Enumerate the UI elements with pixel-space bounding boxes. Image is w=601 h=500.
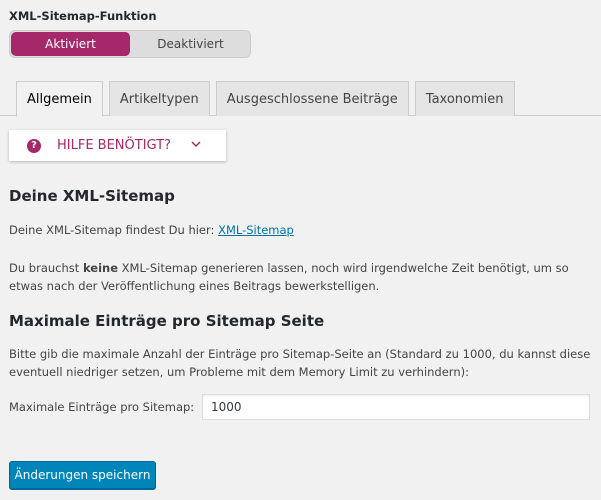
sitemap-intro-text: Deine XML-Sitemap findest Du hier:: [9, 223, 219, 237]
note-before: Du brauchst: [9, 261, 83, 275]
save-changes-button[interactable]: Änderungen speichern: [9, 461, 156, 489]
tab-taxonomies[interactable]: Taxonomien: [414, 81, 515, 116]
your-sitemap-heading: Deine XML-Sitemap: [9, 187, 175, 205]
max-entries-heading: Maximale Einträge pro Sitemap Seite: [9, 312, 325, 330]
sitemap-location-text: Deine XML-Sitemap findest Du hier: XML-S…: [9, 221, 594, 239]
max-entries-description: Bitte gib die maximale Anzahl der Einträ…: [9, 347, 591, 379]
question-circle-icon: ?: [27, 138, 41, 153]
sitemap-note-text: Du brauchst keine XML-Sitemap generieren…: [9, 259, 594, 295]
sitemap-link[interactable]: XML-Sitemap: [218, 223, 294, 237]
chevron-down-icon: [191, 140, 201, 151]
tab-general[interactable]: Allgemein: [16, 81, 103, 117]
help-label: HILFE BENÖTIGT?: [57, 138, 171, 153]
sitemap-function-label: XML-Sitemap-Funktion: [9, 9, 157, 23]
help-toggle-button[interactable]: ? HILFE BENÖTIGT?: [9, 130, 226, 161]
max-entries-input[interactable]: [202, 394, 590, 420]
tab-post-types[interactable]: Artikeltypen: [108, 81, 210, 116]
max-entries-label: Maximale Einträge pro Sitemap:: [9, 400, 195, 414]
toggle-option-deactivated[interactable]: Deaktiviert: [131, 31, 250, 57]
sitemap-toggle: Aktiviert Deaktiviert: [9, 30, 251, 58]
tab-excluded-posts[interactable]: Ausgeschlossene Beiträge: [215, 81, 409, 116]
toggle-option-activated[interactable]: Aktiviert: [11, 32, 130, 56]
note-bold: keine: [82, 261, 119, 275]
tab-bar: Allgemein Artikeltypen Ausgeschlossene B…: [16, 81, 515, 117]
